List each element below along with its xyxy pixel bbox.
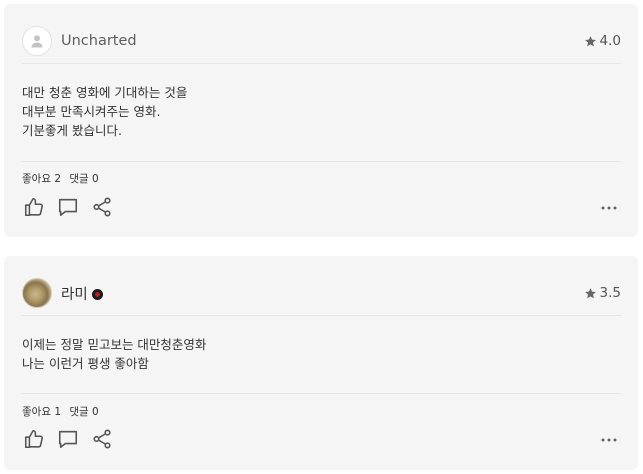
review-line: 나는 이런거 평생 좋아함 — [22, 356, 149, 371]
review-stats: 좋아요 1 댓글 0 — [22, 404, 99, 419]
review-actions — [22, 427, 124, 451]
username[interactable]: 라미 — [61, 283, 88, 304]
comments-count: 댓글 0 — [69, 173, 99, 185]
avatar[interactable] — [22, 26, 52, 56]
review-text: 이제는 정말 믿고보는 대만청춘영화 나는 이런거 평생 좋아함 — [22, 335, 621, 373]
comment-icon — [58, 430, 78, 449]
more-icon — [601, 206, 617, 210]
divider — [22, 161, 621, 162]
review-line: 기분좋게 봤습니다. — [22, 123, 122, 138]
star-icon — [584, 287, 596, 298]
review-line: 대부분 만족시켜주는 영화. — [22, 104, 161, 119]
likes-count: 좋아요 1 — [22, 406, 61, 418]
review-header: 라미 3.5 — [22, 274, 621, 312]
default-user-icon — [31, 35, 43, 48]
like-icon — [24, 429, 43, 449]
rating-value: 4.0 — [599, 33, 621, 49]
review-line: 대만 청춘 영화에 기대하는 것을 — [22, 85, 188, 100]
share-icon — [93, 197, 111, 217]
review-card: Uncharted 4.0 대만 청춘 영화에 기대하는 것을 대부분 만족시켜… — [4, 4, 638, 237]
share-button[interactable] — [90, 195, 114, 219]
like-icon — [24, 197, 43, 217]
share-icon — [93, 429, 111, 449]
review-card: 라미 3.5 이제는 정말 믿고보는 대만청춘영화 나는 이런거 평생 좋아함 … — [4, 256, 638, 470]
username[interactable]: Uncharted — [61, 33, 137, 49]
more-icon — [601, 438, 617, 442]
like-button[interactable] — [22, 427, 46, 451]
share-button[interactable] — [90, 427, 114, 451]
avatar[interactable] — [22, 278, 52, 308]
rating: 3.5 — [584, 285, 621, 301]
comment-button[interactable] — [56, 427, 80, 451]
red-badge-icon — [91, 288, 103, 300]
review-header: Uncharted 4.0 — [22, 22, 621, 60]
rating-value: 3.5 — [599, 285, 621, 301]
likes-count: 좋아요 2 — [22, 173, 61, 185]
review-text: 대만 청춘 영화에 기대하는 것을 대부분 만족시켜주는 영화. 기분좋게 봤습… — [22, 83, 621, 140]
like-button[interactable] — [22, 195, 46, 219]
review-actions — [22, 195, 124, 219]
more-options-button[interactable] — [598, 429, 620, 451]
review-stats: 좋아요 2 댓글 0 — [22, 171, 99, 186]
review-line: 이제는 정말 믿고보는 대만청춘영화 — [22, 337, 207, 352]
star-icon — [584, 35, 596, 46]
divider — [22, 393, 621, 394]
comments-count: 댓글 0 — [69, 406, 99, 418]
comment-icon — [58, 198, 78, 217]
comment-button[interactable] — [56, 195, 80, 219]
divider — [22, 63, 621, 64]
divider — [22, 315, 621, 316]
rating: 4.0 — [584, 33, 621, 49]
more-options-button[interactable] — [598, 197, 620, 219]
